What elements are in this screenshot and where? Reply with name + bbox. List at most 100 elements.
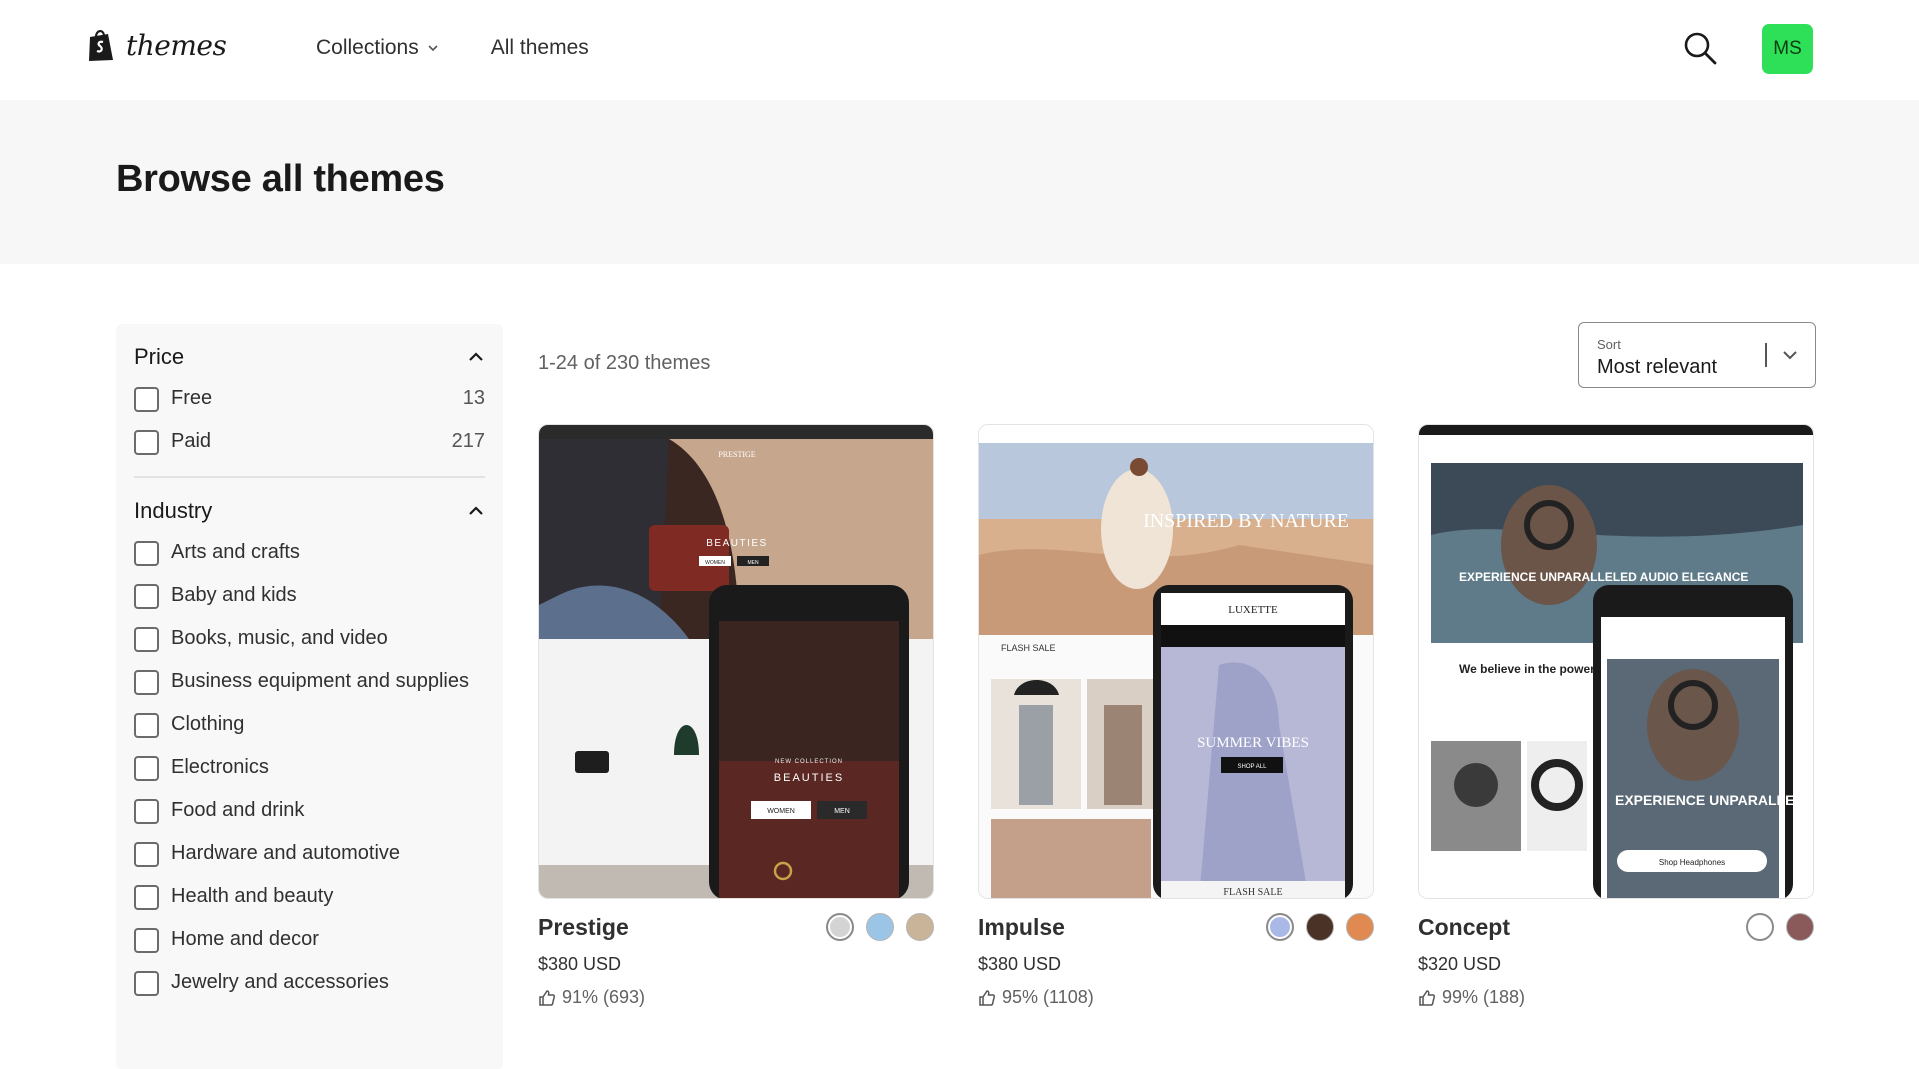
option-label: Arts and crafts (171, 541, 300, 563)
theme-preview-image[interactable]: EXPERIENCE UNPARALLELED AUDIO ELEGANCE W… (1418, 424, 1814, 899)
shopify-bag-icon (89, 30, 113, 61)
checkbox[interactable] (134, 387, 159, 412)
theme-price: $380 USD (978, 954, 1062, 974)
theme-preview-image[interactable]: INSPIRED BY NATURE FLASH SALE LUXETTE SU… (978, 424, 1374, 899)
color-swatches (826, 913, 934, 941)
nav-collections[interactable]: Collections (316, 36, 439, 60)
result-count: 1-24 of 230 themes (538, 352, 711, 374)
checkbox[interactable] (134, 584, 159, 609)
theme-rating: 95% (1108) (978, 987, 1374, 1008)
prestige-desktop-brand: PRESTIGE (718, 450, 755, 459)
theme-card-prestige[interactable]: PRESTIGE BEAUTIES WOMEN MEN NEW COLLECTI… (538, 424, 934, 1008)
checkbox[interactable] (134, 928, 159, 953)
checkbox[interactable] (134, 670, 159, 695)
industry-option[interactable]: Arts and crafts (134, 540, 485, 571)
nav-collections-label: Collections (316, 36, 419, 59)
price-option-free[interactable]: Free 13 (134, 386, 485, 417)
swatch[interactable] (906, 913, 934, 941)
impulse-desktop-heading: INSPIRED BY NATURE (1143, 510, 1349, 532)
theme-name[interactable]: Concept (1418, 914, 1510, 941)
impulse-mobile-heading: SUMMER VIBES (1197, 735, 1309, 751)
option-label: Electronics (171, 756, 269, 778)
industry-option[interactable]: Home and decor (134, 927, 485, 958)
prestige-preview-graphic: PRESTIGE BEAUTIES WOMEN MEN NEW COLLECTI… (539, 425, 933, 898)
impulse-desktop-section: FLASH SALE (1001, 643, 1056, 653)
checkbox[interactable] (134, 713, 159, 738)
industry-option[interactable]: Health and beauty (134, 884, 485, 915)
prestige-mobile-heading: BEAUTIES (774, 772, 844, 784)
industry-option[interactable]: Baby and kids (134, 583, 485, 614)
chevron-up-icon (469, 506, 483, 515)
industry-filter-header[interactable]: Industry (134, 494, 485, 528)
option-label: Baby and kids (171, 584, 297, 606)
theme-card-impulse[interactable]: INSPIRED BY NATURE FLASH SALE LUXETTE SU… (978, 424, 1374, 1008)
top-navigation: themes Collections All themes MS (0, 0, 1919, 100)
checkbox[interactable] (134, 627, 159, 652)
thumbs-up-icon (1419, 989, 1436, 1006)
option-label: Home and decor (171, 928, 319, 950)
prestige-mobile-btn-men: MEN (834, 808, 850, 815)
industry-option[interactable]: Jewelry and accessories (134, 970, 485, 1001)
concept-mobile-button: Shop Headphones (1659, 858, 1725, 867)
option-count: 13 (462, 387, 485, 409)
sort-separator (1765, 343, 1767, 367)
swatch[interactable] (1346, 913, 1374, 941)
nav-all-themes[interactable]: All themes (491, 36, 589, 60)
theme-card-concept[interactable]: EXPERIENCE UNPARALLELED AUDIO ELEGANCE W… (1418, 424, 1814, 1008)
option-label: Books, music, and video (171, 627, 388, 649)
concept-mobile-heading: EXPERIENCE UNPARALLELED AUDIO ELEGANCE (1615, 792, 1814, 808)
industry-option[interactable]: Clothing (134, 712, 485, 743)
prestige-desktop-btn-men: MEN (747, 560, 759, 566)
chevron-down-icon (428, 45, 438, 52)
checkbox[interactable] (134, 971, 159, 996)
swatch[interactable] (1306, 913, 1334, 941)
swatch[interactable] (866, 913, 894, 941)
shopify-themes-logo[interactable]: themes (86, 28, 227, 62)
industry-option[interactable]: Books, music, and video (134, 626, 485, 657)
nav-all-themes-label: All themes (490, 36, 589, 59)
logo-text: themes (126, 28, 227, 62)
option-count: 217 (451, 430, 485, 452)
checkbox[interactable] (134, 430, 159, 455)
theme-preview-image[interactable]: PRESTIGE BEAUTIES WOMEN MEN NEW COLLECTI… (538, 424, 934, 899)
swatch[interactable] (1786, 913, 1814, 941)
rating-text: 99% (188) (1442, 987, 1526, 1007)
impulse-mobile-brand: LUXETTE (1228, 604, 1278, 616)
page-title: Browse all themes (116, 158, 445, 200)
main-nav: Collections All themes (316, 36, 589, 60)
chevron-up-icon (469, 352, 483, 361)
swatch[interactable] (1746, 913, 1774, 941)
industry-option[interactable]: Business equipment and supplies (134, 669, 485, 700)
checkbox[interactable] (134, 885, 159, 910)
theme-price: $380 USD (538, 954, 622, 974)
page-hero: Browse all themes (0, 100, 1919, 264)
thumbs-up-icon (979, 989, 996, 1006)
price-filter-header[interactable]: Price (134, 340, 485, 374)
search-icon[interactable] (1682, 30, 1718, 66)
checkbox[interactable] (134, 541, 159, 566)
theme-name[interactable]: Impulse (978, 914, 1065, 941)
color-swatches (1266, 913, 1374, 941)
checkbox[interactable] (134, 842, 159, 867)
industry-option[interactable]: Electronics (134, 755, 485, 786)
option-label: Business equipment and supplies (171, 670, 469, 692)
industry-option[interactable]: Food and drink (134, 798, 485, 829)
user-avatar[interactable]: MS (1762, 24, 1813, 74)
industry-option[interactable]: Hardware and automotive (134, 841, 485, 872)
rating-text: 95% (1108) (1002, 987, 1094, 1007)
swatch[interactable] (1266, 913, 1294, 941)
sort-select[interactable]: Sort Most relevant (1578, 322, 1816, 388)
option-label: Clothing (171, 713, 245, 735)
impulse-mobile-footer: FLASH SALE (1223, 887, 1282, 898)
sort-value: Most relevant (1597, 356, 1718, 378)
swatch[interactable] (826, 913, 854, 941)
theme-name[interactable]: Prestige (538, 914, 629, 941)
price-option-paid[interactable]: Paid 217 (134, 429, 485, 460)
theme-price: $320 USD (1418, 954, 1502, 974)
concept-desktop-heading: EXPERIENCE UNPARALLELED AUDIO ELEGANCE (1459, 570, 1748, 584)
checkbox[interactable] (134, 756, 159, 781)
impulse-mobile-button: SHOP ALL (1238, 764, 1268, 770)
checkbox[interactable] (134, 799, 159, 824)
sort-label: Sort (1597, 337, 1621, 352)
rating-text: 91% (693) (562, 987, 646, 1007)
